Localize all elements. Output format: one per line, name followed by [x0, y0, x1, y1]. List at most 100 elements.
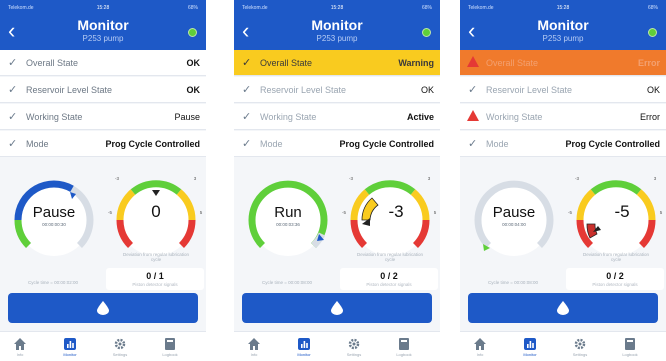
gauge-state-label: Pause [32, 204, 76, 221]
logbook-icon [399, 338, 409, 350]
piston-detector-box: 0 / 2 Piston detector signals [566, 268, 664, 290]
lubricate-button[interactable] [8, 293, 198, 323]
piston-signal-caption: Piston detector signals [592, 282, 638, 287]
tab-monitor[interactable]: Monitor [510, 338, 550, 357]
piston-detector-box: 0 / 2 Piston detector signals [340, 268, 438, 290]
tab-info[interactable]: Info [234, 338, 274, 357]
phone-screen-1: Telekom.de 15:28 68% ‹ Monitor P253 pump… [0, 0, 206, 361]
cycle-time-caption: Cycle time = 00:00:08:00 [488, 280, 538, 285]
home-icon [474, 338, 486, 350]
tab-settings[interactable]: Settings [560, 338, 600, 357]
mode-row[interactable]: ✓ Mode Prog Cycle Controlled [460, 131, 666, 157]
back-chevron-icon[interactable]: ‹ [242, 20, 249, 42]
scale-label-minus5: -5 [341, 210, 346, 215]
working-state-row[interactable]: Working State Error [460, 104, 666, 130]
gauge-timer: 00:00:04:00 [502, 222, 526, 227]
piston-signal-ratio: 0 / 1 [146, 271, 164, 281]
mode-row[interactable]: ✓ Mode Prog Cycle Controlled [0, 131, 206, 157]
lubricate-button[interactable] [242, 293, 432, 323]
working-state-row[interactable]: ✓ Working State Pause [0, 104, 206, 130]
logbook-icon [165, 338, 175, 350]
back-chevron-icon[interactable]: ‹ [468, 20, 475, 42]
reservoir-level-label: Reservoir Level State [260, 85, 347, 95]
status-bar: Telekom.de 15:28 68% [460, 0, 666, 14]
scale-label-minus3: -3 [348, 176, 353, 181]
overall-state-label: Overall State [26, 58, 79, 68]
cycle-time-caption: Cycle time = 00:00:02:00 [28, 280, 78, 285]
reservoir-level-row[interactable]: ✓ Reservoir Level State OK [460, 77, 666, 103]
scale-label-plus3: 3 [193, 176, 197, 181]
tab-label: Monitor [297, 352, 311, 357]
lubricate-button[interactable] [468, 293, 658, 323]
check-icon: ✓ [242, 84, 252, 96]
page-title: Monitor [77, 17, 129, 33]
overall-state-row[interactable]: ✓ Overall State OK [0, 50, 206, 76]
chart-icon [524, 338, 536, 350]
tab-monitor[interactable]: Monitor [284, 338, 324, 357]
pump-name: P253 pump [542, 34, 584, 43]
tab-bar: Info Monitor Settings Logbook [234, 331, 440, 361]
check-icon: ✓ [8, 111, 18, 123]
check-icon: ✓ [8, 84, 18, 96]
tab-logbook[interactable]: Logbook [150, 338, 190, 357]
tab-label: Info [16, 352, 24, 357]
oil-drop-icon [557, 301, 569, 315]
piston-signal-caption: Piston detector signals [366, 282, 412, 287]
connection-status-icon [648, 28, 657, 37]
working-state-row[interactable]: ✓ Working State Active [234, 104, 440, 130]
tab-info[interactable]: Info [0, 338, 40, 357]
tab-label: Monitor [63, 352, 77, 357]
piston-signal-ratio: 0 / 2 [606, 271, 624, 281]
working-state-value: Active [406, 112, 434, 122]
deviation-value: 0 [151, 202, 161, 221]
mode-label: Mode [26, 139, 49, 149]
battery-text: 68% [187, 5, 198, 11]
clock-text: 15:28 [556, 5, 570, 11]
page-title: Monitor [311, 17, 363, 33]
tab-info[interactable]: Info [460, 338, 500, 357]
deviation-caption: Deviation from regular lubrication cycle [356, 252, 424, 262]
gauge-state-label: Pause [492, 204, 536, 221]
check-icon: ✓ [468, 138, 478, 150]
connection-status-icon [188, 28, 197, 37]
tab-logbook[interactable]: Logbook [610, 338, 650, 357]
deviation-caption: Deviation from regular lubrication cycle [582, 252, 650, 262]
overall-state-row[interactable]: Overall State Error [460, 50, 666, 76]
app-header: ‹ Monitor P253 pump [460, 14, 666, 50]
working-state-label: Working State [486, 112, 543, 122]
tab-label: Settings [572, 352, 588, 357]
overall-state-row[interactable]: ✓ Overall State Warning [234, 50, 440, 76]
tab-label: Logbook [622, 352, 638, 357]
gear-icon [574, 338, 586, 350]
reservoir-level-value: OK [186, 85, 201, 95]
page-title: Monitor [537, 17, 589, 33]
tab-settings[interactable]: Settings [334, 338, 374, 357]
scale-label-minus3: -3 [114, 176, 119, 181]
reservoir-level-label: Reservoir Level State [486, 85, 573, 95]
reservoir-level-row[interactable]: ✓ Reservoir Level State OK [0, 77, 206, 103]
tab-label: Logbook [162, 352, 178, 357]
tab-label: Settings [112, 352, 128, 357]
app-header: ‹ Monitor P253 pump [0, 14, 206, 50]
battery-text: 68% [421, 5, 432, 11]
reservoir-level-row[interactable]: ✓ Reservoir Level State OK [234, 77, 440, 103]
status-bar: Telekom.de 15:28 68% [0, 0, 206, 14]
overall-state-label: Overall State [486, 58, 539, 68]
chart-icon [64, 338, 76, 350]
tab-settings[interactable]: Settings [100, 338, 140, 357]
piston-signal-caption: Piston detector signals [132, 282, 178, 287]
mode-value: Prog Cycle Controlled [339, 139, 434, 149]
scale-label-minus5: -5 [567, 210, 572, 215]
tab-monitor[interactable]: Monitor [50, 338, 90, 357]
overall-state-value: OK [186, 58, 201, 68]
check-icon: ✓ [242, 57, 252, 69]
working-state-label: Working State [26, 112, 83, 122]
back-chevron-icon[interactable]: ‹ [8, 20, 15, 42]
check-icon: ✓ [8, 138, 18, 150]
tab-logbook[interactable]: Logbook [384, 338, 424, 357]
mode-label: Mode [486, 139, 509, 149]
mode-row[interactable]: ✓ Mode Prog Cycle Controlled [234, 131, 440, 157]
battery-text: 68% [647, 5, 658, 11]
scale-label-minus5: -5 [107, 210, 112, 215]
working-state-value: Error [640, 112, 660, 122]
